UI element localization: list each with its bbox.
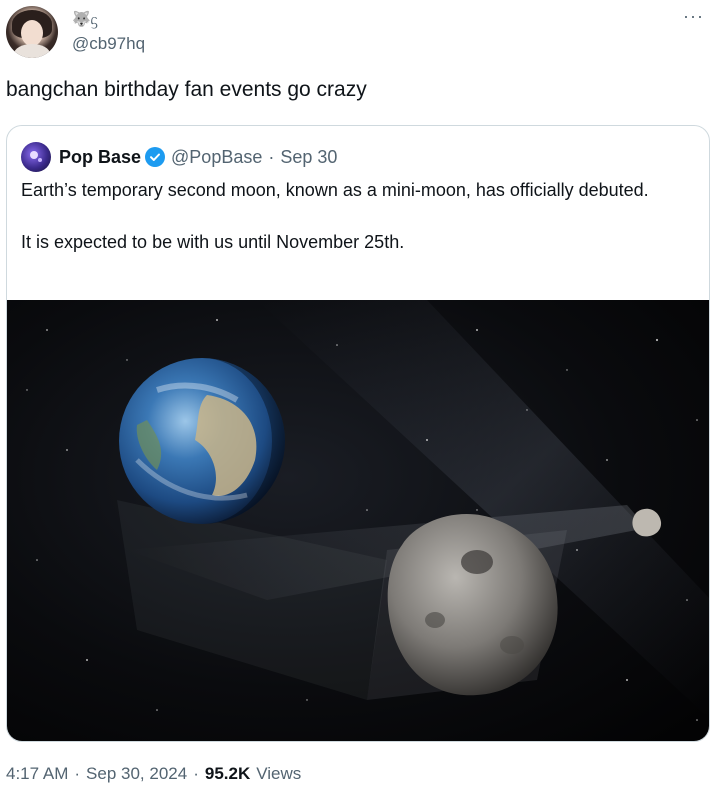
author-row: 🐺ᦓ @cb97hq: [6, 6, 145, 58]
footer-separator-2: ·: [193, 764, 199, 783]
more-options-icon[interactable]: ···: [683, 6, 704, 27]
quote-author-handle[interactable]: @PopBase: [171, 147, 262, 168]
quote-avatar[interactable]: [21, 142, 51, 172]
quote-author-name[interactable]: Pop Base: [59, 147, 141, 168]
quote-paragraph-2: It is expected to be with us until Novem…: [21, 232, 405, 252]
footer-separator-1: ·: [74, 764, 81, 783]
quote-tweet-card[interactable]: Pop Base @PopBase · Sep 30 Earth’s tempo…: [6, 125, 710, 742]
author-name-block: 🐺ᦓ @cb97hq: [72, 8, 145, 54]
space-illustration: [7, 300, 709, 741]
display-name[interactable]: 🐺ᦓ: [72, 8, 145, 30]
tweet-text: bangchan birthday fan events go crazy: [6, 78, 367, 101]
quote-text: Earth’s temporary second moon, known as …: [21, 177, 681, 281]
verified-badge-icon: [145, 147, 166, 167]
avatar-body: [14, 44, 50, 58]
display-name-glyphs: 🐺ᦓ: [72, 9, 98, 28]
views-count[interactable]: 95.2K: [205, 764, 250, 784]
author-handle[interactable]: @cb97hq: [72, 34, 145, 54]
avatar-face: [21, 20, 43, 46]
tweet-date[interactable]: Sep 30, 2024: [86, 764, 187, 784]
avatar[interactable]: [6, 6, 58, 58]
quote-separator: ·: [268, 146, 275, 167]
quote-header: Pop Base @PopBase · Sep 30: [21, 142, 337, 172]
space-earth-asteroid-image[interactable]: [7, 300, 709, 741]
tweet-detail: 🐺ᦓ @cb97hq ··· bangchan birthday fan eve…: [0, 0, 716, 793]
tweet-time[interactable]: 4:17 AM: [6, 764, 68, 784]
views-label[interactable]: Views: [256, 764, 301, 784]
tweet-footer: 4:17 AM · Sep 30, 2024 · 95.2K Views: [6, 764, 301, 784]
quote-paragraph-1: Earth’s temporary second moon, known as …: [21, 180, 649, 200]
quote-date[interactable]: Sep 30: [280, 147, 337, 168]
